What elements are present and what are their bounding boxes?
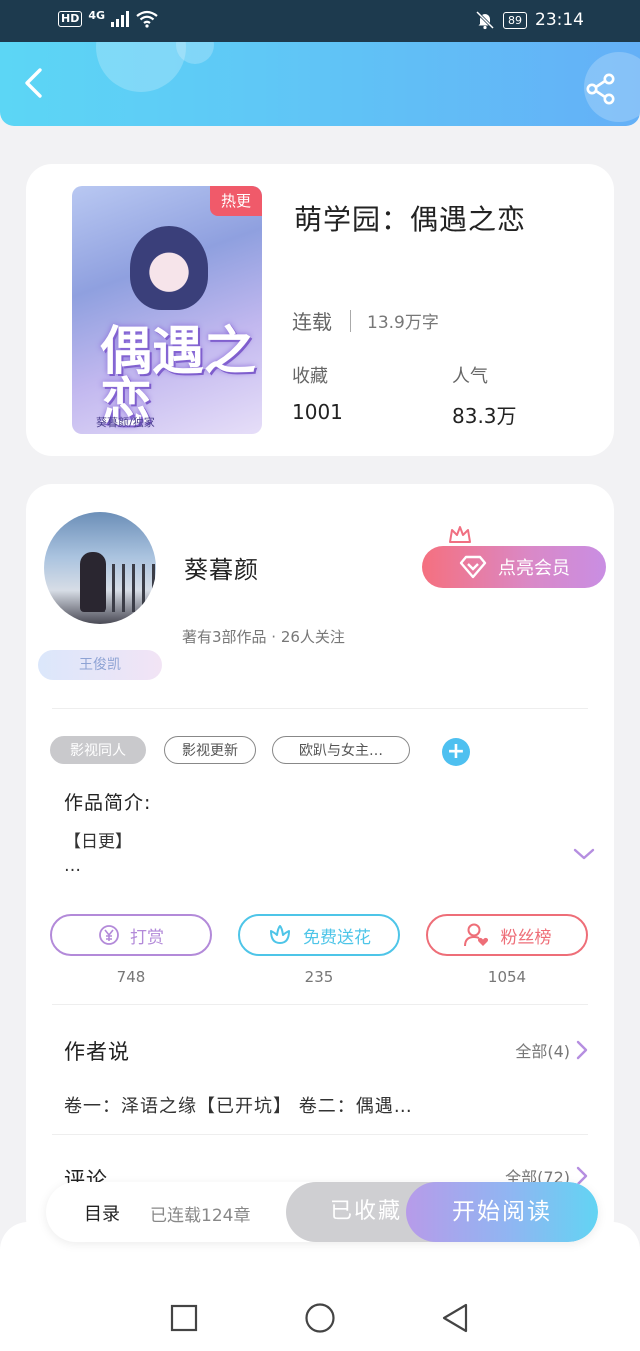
fan-ranking-button[interactable]: 粉丝榜 — [426, 914, 588, 956]
add-tag-button[interactable]: + — [442, 738, 470, 766]
tag-item[interactable]: 影视更新 — [164, 736, 256, 764]
start-reading-button[interactable]: 开始阅读 — [406, 1182, 598, 1242]
serial-status: 连载 — [292, 310, 332, 334]
hd-indicator: HD — [58, 11, 83, 27]
author-say-more[interactable]: 全部(4) — [515, 1038, 588, 1062]
send-flower-button[interactable]: 免费送花 — [238, 914, 400, 956]
share-icon[interactable] — [584, 72, 618, 106]
flower-count: 235 — [304, 968, 334, 986]
diamond-icon — [459, 555, 487, 579]
signal-icon — [111, 11, 130, 27]
book-info-card: 偶遇之恋 葵暮颜/独家 热更 萌学园：偶遇之恋 连载 13.9万字 收藏 人气 … — [26, 164, 614, 456]
author-say-text[interactable]: 卷一：泽语之缘【已开坑】 卷二：偶遇… — [64, 1092, 413, 1118]
tag-item[interactable]: 欧趴与女主… — [272, 736, 410, 764]
vip-button-label: 点亮会员 — [498, 558, 570, 579]
chevron-right-icon — [576, 1040, 588, 1060]
book-cover[interactable]: 偶遇之恋 葵暮颜/独家 热更 — [72, 186, 262, 434]
book-status-row: 连载 13.9万字 — [292, 306, 439, 335]
flower-icon — [270, 925, 290, 944]
fan-count: 1054 — [487, 968, 527, 986]
tip-count: 748 — [116, 968, 146, 986]
author-say-title: 作者说 — [64, 1040, 130, 1064]
send-flower-label: 免费送花 — [303, 927, 371, 948]
wifi-icon — [136, 10, 158, 28]
back-nav-icon[interactable] — [440, 1302, 470, 1334]
author-say-more-label: 全部(4) — [515, 1042, 570, 1061]
bottom-action-bar: 目录 已连载124章 已收藏 开始阅读 — [46, 1182, 598, 1242]
tip-button-label: 打赏 — [130, 927, 164, 948]
yen-icon — [99, 925, 119, 945]
hot-badge: 热更 — [210, 186, 262, 216]
cover-illustration — [130, 226, 208, 310]
popularity-label: 人气 — [452, 366, 488, 387]
catalog-button[interactable]: 目录 — [84, 1200, 120, 1226]
fan-badge: 王俊凯 — [38, 650, 162, 680]
tag-item[interactable]: 影视同人 — [50, 736, 146, 764]
mute-bell-icon — [475, 10, 495, 30]
chevron-down-icon[interactable] — [572, 846, 596, 862]
avatar[interactable] — [44, 512, 156, 624]
favorites-label: 收藏 — [292, 366, 328, 387]
status-divider — [350, 309, 351, 332]
recent-apps-icon[interactable] — [170, 1304, 198, 1332]
chapter-count: 已连载124章 — [150, 1206, 251, 1226]
user-heart-icon — [463, 923, 488, 947]
vip-button[interactable]: 点亮会员 — [422, 546, 606, 588]
back-icon[interactable] — [18, 66, 52, 100]
author-meta: 著有3部作品 · 26人关注 — [182, 628, 345, 646]
header-bar — [0, 42, 640, 126]
word-count: 13.9万字 — [367, 313, 439, 333]
clock: 23:14 — [535, 10, 584, 30]
author-name[interactable]: 葵暮颜 — [184, 550, 259, 585]
popularity-value: 83.3万 — [452, 404, 517, 428]
divider — [52, 708, 588, 709]
favorites-value: 1001 — [292, 400, 343, 424]
tip-button[interactable]: 打赏 — [50, 914, 212, 956]
cover-author-art: 葵暮颜/独家 — [96, 416, 155, 429]
divider — [52, 1004, 588, 1005]
battery-indicator: 89 — [503, 11, 527, 29]
crown-icon — [449, 526, 471, 543]
status-bar: HD 4G 89 23:14 — [0, 0, 640, 42]
intro-text: 【日更】 … — [64, 832, 132, 876]
intro-label: 作品简介: — [64, 792, 152, 814]
author-card: 王俊凯 葵暮颜 著有3部作品 · 26人关注 点亮会员 影视同人 影视更新 欧趴… — [26, 484, 614, 1244]
fan-ranking-label: 粉丝榜 — [500, 927, 552, 948]
network-label: 4G — [88, 8, 106, 22]
home-icon[interactable] — [304, 1302, 336, 1334]
divider — [52, 1134, 588, 1135]
book-title: 萌学园：偶遇之恋 — [294, 203, 527, 236]
